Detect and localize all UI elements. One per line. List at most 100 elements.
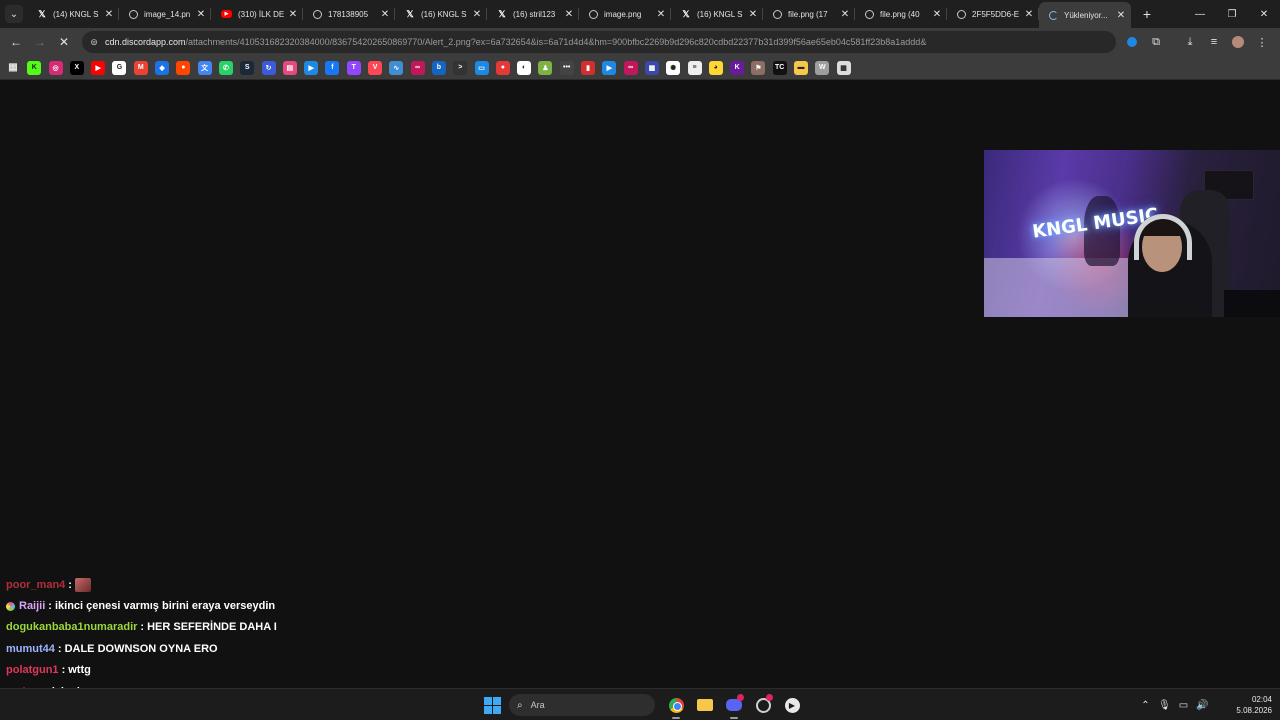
browser-tab[interactable]: 𝕏 (16) KNGL S ✕ — [671, 0, 763, 28]
minimize-icon[interactable]: — — [1184, 0, 1216, 28]
bookmark-dots-icon[interactable]: ••• — [559, 60, 574, 75]
tab-close-icon[interactable]: ✕ — [931, 8, 943, 20]
bookmark-gmail-icon[interactable]: M — [133, 60, 148, 75]
profile-avatar-icon[interactable] — [1226, 32, 1250, 52]
back-arrow-icon[interactable]: ← — [4, 30, 28, 54]
tab-title: (16) KNGL S — [697, 9, 743, 19]
bookmark-twitch-icon[interactable]: T — [346, 60, 361, 75]
tab-close-icon[interactable]: ✕ — [655, 8, 667, 20]
close-window-icon[interactable]: ✕ — [1248, 0, 1280, 28]
bookmark-steam-icon[interactable]: S — [240, 60, 255, 75]
bookmark-blob-icon[interactable]: ● — [495, 60, 510, 75]
menu-kebab-icon[interactable]: ⋮ — [1250, 32, 1274, 52]
tab-close-icon[interactable]: ✕ — [471, 8, 483, 20]
bookmark-flag-icon[interactable]: ⚑ — [751, 60, 766, 75]
browser-tab[interactable]: 𝕏 (16) KNGL S ✕ — [395, 0, 487, 28]
taskbar-search-box[interactable]: ⌕ Ara — [509, 694, 655, 716]
bookmark-bird-icon[interactable]: ∿ — [389, 60, 404, 75]
apps-grid-icon[interactable]: ▦ — [6, 61, 20, 75]
browser-tab[interactable]: 𝕏 (16) stril123 ✕ — [487, 0, 579, 28]
taskbar-file-explorer-icon[interactable] — [692, 693, 718, 717]
taskbar-chrome-icon[interactable] — [663, 693, 689, 719]
bookmark-whatsapp-icon[interactable]: ✆ — [218, 60, 233, 75]
browser-tab[interactable]: 178138905 ✕ — [303, 0, 395, 28]
tab-close-icon[interactable]: ✕ — [287, 8, 299, 20]
tab-title: (310) İLK DE — [238, 9, 285, 19]
tab-close-icon[interactable]: ✕ — [103, 8, 115, 20]
bookmark-calendar-icon[interactable]: ▦ — [644, 60, 659, 75]
bookmark-facebook-icon[interactable]: f — [325, 60, 340, 75]
tab-close-icon[interactable]: ✕ — [1023, 8, 1035, 20]
taskbar-discord-icon[interactable] — [721, 693, 747, 719]
bookmark-sync-icon[interactable]: ↻ — [261, 60, 276, 75]
system-clock[interactable]: 02:04 5.08.2026 — [1222, 694, 1272, 716]
bookmark-chess-icon[interactable]: ♟ — [538, 60, 553, 75]
site-info-icon[interactable]: ⊜ — [88, 36, 100, 48]
stop-loading-icon[interactable]: ✕ — [52, 30, 76, 54]
browser-tab[interactable]: file.png (40 ✕ — [855, 0, 947, 28]
bookmark-grid-icon[interactable]: ▦ — [836, 60, 851, 75]
bookmark-monitor-icon[interactable]: ▭ — [474, 60, 489, 75]
bookmark-app-icon[interactable]: ▤ — [282, 60, 297, 75]
browser-tab[interactable]: ▶ (310) İLK DE ✕ — [211, 0, 303, 28]
media-controls-icon[interactable]: ≡ — [1202, 32, 1226, 52]
browser-tab[interactable]: 𝕏 (14) KNGL S ✕ — [27, 0, 119, 28]
tab-close-icon[interactable]: ✕ — [1115, 9, 1127, 21]
bookmark-link2-icon[interactable]: ∞ — [623, 60, 638, 75]
bookmark-link-icon[interactable]: ∞ — [410, 60, 425, 75]
chat-username: polatgun1 — [6, 664, 59, 677]
bookmark-stack-icon[interactable]: ≡ — [687, 60, 702, 75]
tab-search-chevron-icon[interactable]: ⌄ — [5, 5, 23, 23]
tray-overflow-chevron-icon[interactable]: ⌃ — [1136, 695, 1155, 715]
tab-close-icon[interactable]: ✕ — [747, 8, 759, 20]
browser-tab[interactable]: 2F5F5DD6-E ✕ — [947, 0, 1039, 28]
browser-tab[interactable]: Yükleniyor... ✕ — [1039, 2, 1131, 28]
new-tab-plus-icon[interactable]: + — [1137, 4, 1157, 24]
bookmark-instagram-icon[interactable]: ◎ — [48, 60, 63, 75]
taskbar-steam-icon[interactable] — [750, 693, 776, 717]
browser-tab[interactable]: file.png (17 ✕ — [763, 0, 855, 28]
loading-spinner-icon — [1049, 10, 1058, 20]
bookmark-google-icon[interactable]: G — [112, 60, 127, 75]
bookmark-k-icon[interactable]: K — [730, 60, 745, 75]
x-logo-icon: 𝕏 — [682, 8, 690, 19]
bookmark-tcd-icon[interactable]: TC — [772, 60, 787, 75]
bookmark-compass-icon[interactable]: ◐ — [517, 60, 532, 75]
forward-arrow-icon[interactable]: → — [28, 30, 52, 54]
bookmark-terminal-icon[interactable]: > — [453, 60, 468, 75]
taskbar-media-player-icon[interactable]: ▶ — [779, 693, 805, 717]
bookmark-drive-icon[interactable]: ◆ — [155, 60, 170, 75]
extensions-puzzle-icon[interactable]: ⧉ — [1144, 32, 1168, 52]
address-bar[interactable]: ⊜ cdn.discordapp.com /attachments/410531… — [82, 31, 1116, 53]
bookmark-openai-icon[interactable]: ✺ — [666, 60, 681, 75]
bookmark-b-icon[interactable]: b — [431, 60, 446, 75]
bookmark-stats-icon[interactable]: ▮ — [581, 60, 596, 75]
tab-close-icon[interactable]: ✕ — [195, 8, 207, 20]
bookmark-x-icon[interactable]: X — [69, 60, 84, 75]
bookmark-youtube-icon[interactable]: ▶ — [91, 60, 106, 75]
bookmark-reddit-icon[interactable]: ● — [176, 60, 191, 75]
microphone-icon[interactable]: 🎙 — [1155, 695, 1174, 715]
restore-icon[interactable]: ❐ — [1216, 0, 1248, 28]
network-icon[interactable]: ▭ — [1174, 695, 1193, 715]
taskbar-center: ⌕ Ara ▶ — [481, 693, 808, 719]
youtube-icon: ▶ — [221, 10, 232, 18]
downloads-icon[interactable]: ⤓ — [1178, 32, 1202, 52]
browser-tab[interactable]: image_14.pn ✕ — [119, 0, 211, 28]
bookmark-play-icon[interactable]: ▶ — [304, 60, 319, 75]
bookmark-translate-icon[interactable]: 文 — [197, 60, 212, 75]
bookmark-wolf-icon[interactable]: W — [815, 60, 830, 75]
bookmark-folder-icon[interactable]: ▬ — [793, 60, 808, 75]
bookmark-kick-icon[interactable]: K — [27, 60, 42, 75]
tab-close-icon[interactable]: ✕ — [379, 8, 391, 20]
bookmark-smile-icon[interactable]: ◕ — [708, 60, 723, 75]
tab-close-icon[interactable]: ✕ — [563, 8, 575, 20]
bookmark-play2-icon[interactable]: ▶ — [602, 60, 617, 75]
browser-tab[interactable]: image.png ✕ — [579, 0, 671, 28]
windows-start-icon[interactable] — [481, 694, 503, 716]
extension-blue-icon[interactable] — [1120, 32, 1144, 52]
x-logo-icon: 𝕏 — [498, 8, 506, 19]
bookmark-valorant-icon[interactable]: V — [368, 60, 383, 75]
tab-close-icon[interactable]: ✕ — [839, 8, 851, 20]
volume-icon[interactable]: 🔊 — [1193, 695, 1212, 715]
